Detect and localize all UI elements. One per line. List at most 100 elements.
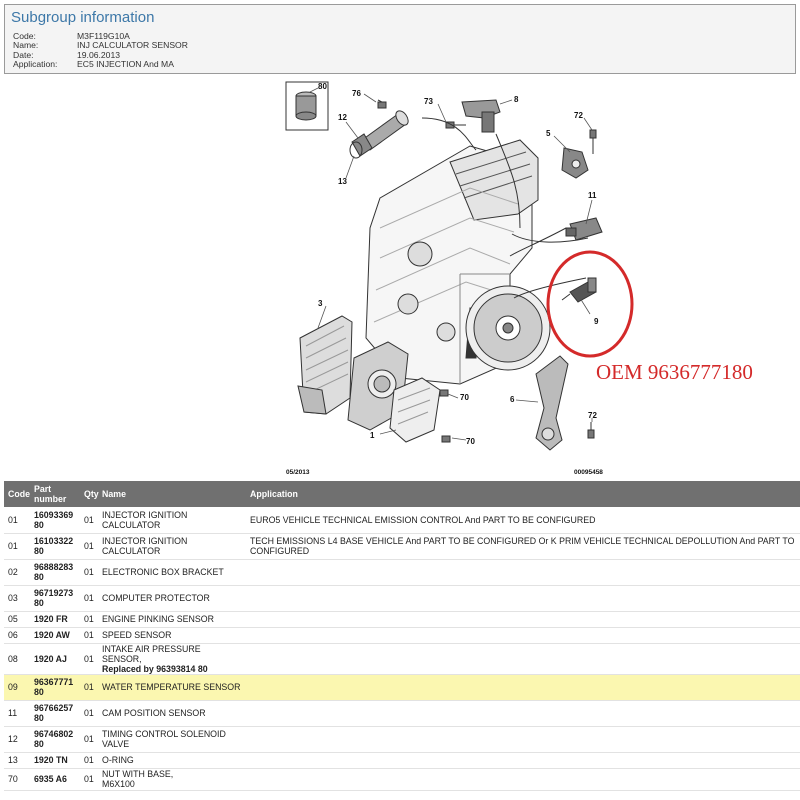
application-cell (246, 674, 800, 701)
table-row[interactable]: 03 96719273 80 01 COMPUTER PROTECTOR (4, 585, 800, 612)
part-number-cell: 16103322 80 (30, 533, 80, 560)
table-row[interactable]: 09 96367771 80 01 WATER TEMPERATURE SENSOR (4, 674, 800, 701)
table-row[interactable]: 01 16103322 80 01 INJECTOR IGNITION CALCULATO… (4, 533, 800, 560)
application-cell: EURO5 VEHICLE TECHNICAL EMISSION CONTROL… (246, 507, 800, 534)
quantity-cell: 01 (80, 611, 98, 628)
quantity-cell: 01 (80, 726, 98, 753)
callout-76: 76 (352, 89, 361, 98)
application-cell (246, 700, 800, 727)
part-number-cell-text: 96746802 80 (34, 729, 74, 749)
callout-13: 13 (338, 177, 347, 186)
part-70-nut-lower (441, 435, 451, 443)
part-name-cell: INTAKE AIR PRESSURE SENSOR, Replaced by 9… (98, 643, 246, 675)
part-number-cell: 1920 AW (30, 627, 80, 644)
part-number-cell: 1920 AJ (30, 643, 80, 675)
part-number-cell: 96888283 80 (30, 559, 80, 586)
column-header-name[interactable]: Name (98, 481, 246, 507)
quantity-cell: 01 (80, 559, 98, 586)
flywheel (465, 285, 551, 371)
part-8-pressure-sensor (461, 99, 501, 133)
column-header-application[interactable]: Application (246, 481, 800, 507)
table-row[interactable]: 08 1920 AJ 01 INTAKE AIR PRESSURE SENSOR, Re… (4, 643, 800, 675)
part-code-cell-text: 02 (8, 567, 18, 577)
part-number-cell-text: 16093369 80 (34, 509, 74, 530)
part-number-cell-text: 1920 AW (34, 630, 70, 640)
part-name-cell-text: ENGINE PINKING SENSOR (102, 614, 214, 624)
part-number-cell-text: 96766257 80 (34, 703, 74, 723)
table-row[interactable]: 01 16093369 80 01 INJECTOR IGNITION CALCULATO… (4, 507, 800, 534)
quantity-cell-text: 01 (84, 708, 94, 718)
column-header-part-number-label: Part number (34, 484, 67, 504)
part-72-bolt-lower (587, 422, 595, 439)
part-number-cell: 96746802 80 (30, 726, 80, 753)
part-code-cell-text: 08 (8, 653, 18, 664)
table-row[interactable]: 70 6935 A6 01 NUT WITH BASE, M6X100 (4, 768, 800, 791)
part-code-cell: 13 (4, 752, 30, 769)
application-cell-text: TECH EMISSIONS L4 BASE VEHICLE And PART … (250, 536, 796, 556)
application-cell (246, 611, 800, 628)
part-number-cell: 16093369 80 (30, 507, 80, 534)
exploded-parts-diagram: 80 76 73 8 12 5 72 13 11 3 9 6 70 72 1 7… (285, 81, 634, 476)
quantity-cell-text: 01 (84, 614, 94, 624)
column-header-qty[interactable]: Qty (80, 481, 99, 507)
column-header-code[interactable]: Code (4, 481, 30, 507)
callout-70-lower: 70 (466, 437, 475, 446)
subgroup-header: Subgroup information Code: M3F119G10A Na… (4, 4, 796, 74)
replacement-note: Replaced by 96393814 80 (102, 663, 208, 674)
quantity-cell-text: 01 (84, 567, 94, 577)
part-12-solenoid-valve (351, 110, 409, 157)
part-name-cell-text: INTAKE AIR PRESSURE SENSOR, (102, 643, 201, 664)
table-row[interactable]: 11 96766257 80 01 CAM POSITION SENSOR (4, 700, 800, 727)
part-name-cell: INJECTOR IGNITION CALCULATOR (98, 533, 246, 560)
callout-6: 6 (510, 395, 515, 404)
table-row[interactable]: 05 1920 FR 01 ENGINE PINKING SENSOR (4, 611, 800, 628)
part-name-cell: O-RING (98, 752, 246, 769)
parts-table-header: Code Part number Qty Name Application (4, 481, 800, 507)
quantity-cell: 01 (80, 674, 98, 701)
part-number-cell-text: 96367771 80 (34, 677, 74, 697)
quantity-cell: 01 (80, 507, 98, 534)
part-number-cell: 1920 TN (30, 752, 80, 769)
part-6-speed-sensor (535, 355, 569, 451)
table-row[interactable]: 02 96888283 80 01 ELECTRONIC BOX BRACKET (4, 559, 800, 586)
part-name-cell: SPEED SENSOR (98, 627, 246, 644)
part-number-cell-text: 1920 FR (34, 614, 68, 624)
application-cell (246, 559, 800, 586)
part-name-cell-text: NUT WITH BASE, M6X100 (102, 769, 174, 789)
part-code-cell: 70 (4, 768, 30, 791)
part-number-cell-text: 96888283 80 (34, 562, 74, 582)
table-row[interactable]: 13 1920 TN 01 O-RING (4, 752, 800, 769)
parts-table: Code Part number Qty Name Application 01 1… (4, 481, 800, 791)
part-name-cell: ELECTRONIC BOX BRACKET (98, 559, 246, 586)
part-name-cell-text: SPEED SENSOR (102, 630, 172, 640)
quantity-cell: 01 (80, 643, 98, 675)
quantity-cell-text: 01 (84, 630, 94, 640)
quantity-cell-text: 01 (84, 593, 94, 603)
part-name-cell: COMPUTER PROTECTOR (98, 585, 246, 612)
application-cell-text: EURO5 VEHICLE TECHNICAL EMISSION CONTROL… (250, 514, 596, 525)
part-code-cell-text: 06 (8, 630, 18, 640)
quantity-cell-text: 01 (84, 755, 94, 765)
quantity-cell: 01 (80, 585, 98, 612)
quantity-cell-text: 01 (84, 541, 94, 551)
part-number-cell-text: 1920 AJ (34, 653, 67, 664)
callout-8: 8 (514, 95, 519, 104)
part-name-cell-text: O-RING (102, 755, 134, 765)
part-number-cell-text: 6935 A6 (34, 774, 67, 784)
part-80-cap (295, 91, 317, 121)
table-row[interactable]: 06 1920 AW 01 SPEED SENSOR (4, 627, 800, 644)
part-code-cell-text: 03 (8, 593, 18, 603)
callout-70: 70 (460, 393, 469, 402)
quantity-cell-text: 01 (84, 774, 94, 784)
part-code-cell-text: 11 (8, 708, 18, 718)
quantity-cell: 01 (80, 768, 98, 791)
table-row[interactable]: 12 96746802 80 01 TIMING CONTROL SOLENOID VAL… (4, 726, 800, 753)
column-header-part-number[interactable]: Part number (30, 481, 80, 507)
part-code-cell-text: 01 (8, 514, 18, 525)
part-3-computer-protector (297, 315, 353, 415)
part-code-cell: 03 (4, 585, 30, 612)
application-cell (246, 726, 800, 753)
oem-annotation: OEM 9636777180 (596, 360, 753, 384)
quantity-cell: 01 (80, 752, 98, 769)
callout-12: 12 (338, 113, 347, 122)
